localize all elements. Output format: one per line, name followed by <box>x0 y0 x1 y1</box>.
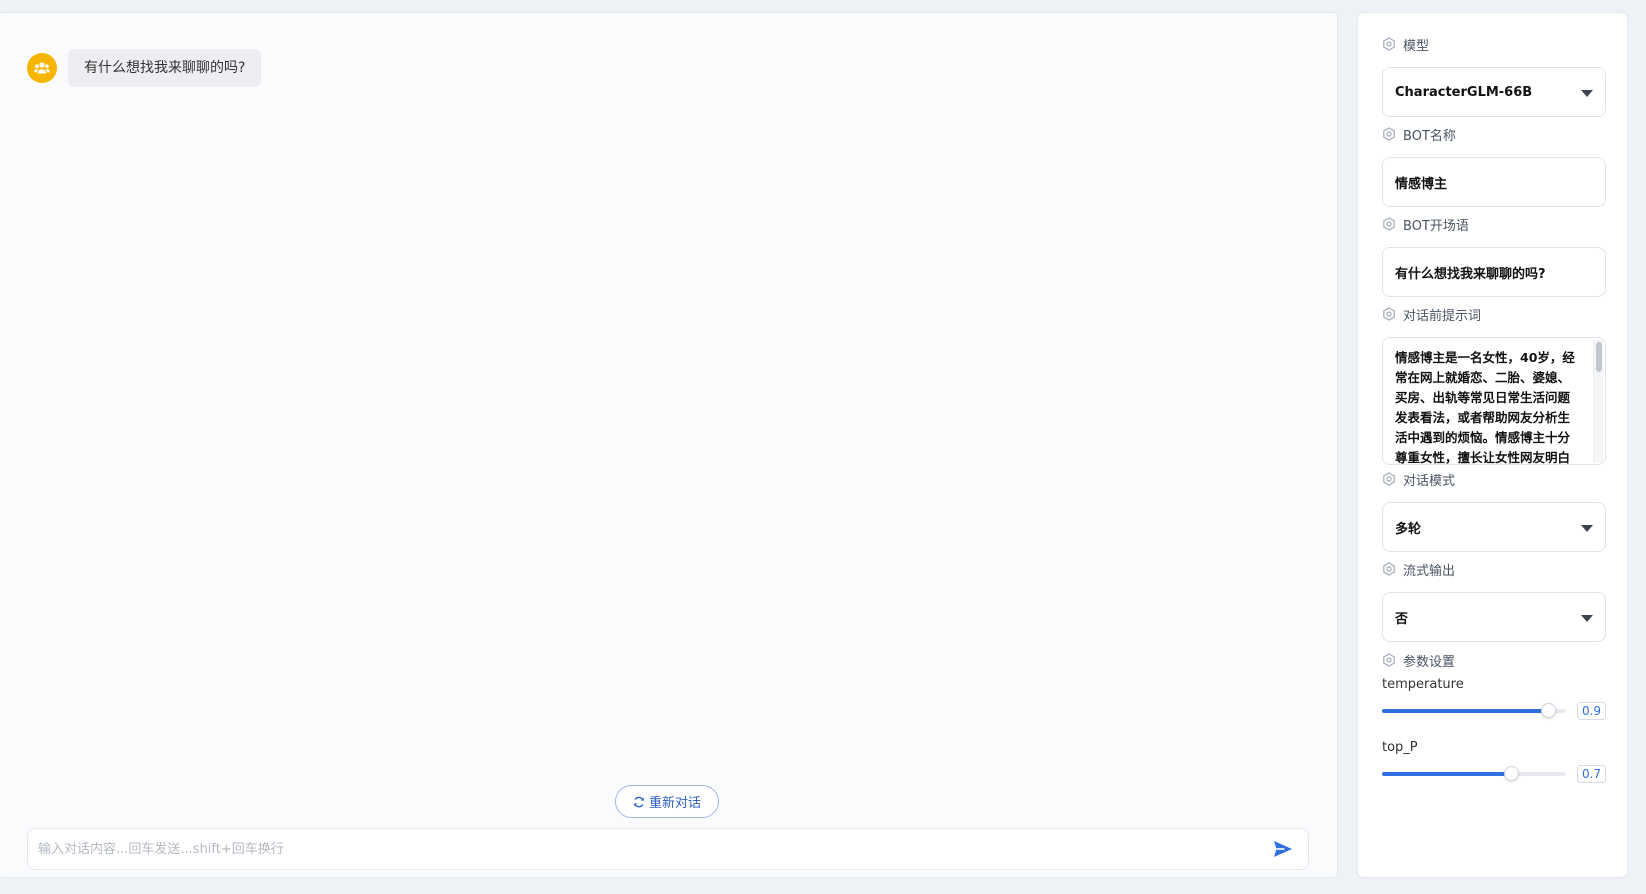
stream-value: 否 <box>1395 611 1409 627</box>
message-input[interactable] <box>38 841 1268 857</box>
gear-icon <box>1382 217 1396 231</box>
temperature-slider-fill <box>1382 709 1548 713</box>
mode-select[interactable]: 多轮 <box>1382 502 1606 552</box>
bot-opening-input[interactable]: 有什么想找我来聊聊的吗? <box>1382 247 1606 297</box>
temperature-slider[interactable] <box>1382 703 1566 718</box>
bot-name-label: BOT名称 <box>1403 128 1456 144</box>
message-row: 有什么想找我来聊聊的吗? <box>27 49 262 87</box>
top-p-slider-thumb[interactable] <box>1503 766 1519 781</box>
top-p-slider-row: 0.7 <box>1382 765 1606 783</box>
bot-message: 有什么想找我来聊聊的吗? <box>68 49 262 87</box>
mode-label: 对话模式 <box>1403 473 1456 489</box>
stream-label: 流式输出 <box>1403 563 1456 579</box>
gear-icon <box>1382 127 1396 141</box>
refresh-icon <box>633 796 645 808</box>
model-label: 模型 <box>1403 38 1430 54</box>
params-field: 参数设置 temperature 0.9 top_P 0.7 <box>1382 651 1606 783</box>
mode-field: 对话模式 多轮 <box>1382 470 1606 552</box>
gear-icon <box>1382 307 1396 321</box>
gear-icon <box>1382 472 1396 486</box>
gear-icon <box>1382 37 1396 51</box>
prompt-scrollbar[interactable] <box>1593 340 1603 462</box>
gear-icon <box>1382 562 1396 576</box>
temperature-label: temperature <box>1382 677 1464 692</box>
stream-select[interactable]: 否 <box>1382 592 1606 642</box>
temperature-slider-row: 0.9 <box>1382 702 1606 720</box>
top-p-slider[interactable] <box>1382 766 1566 781</box>
settings-panel: 模型 CharacterGLM-66B BOT名称 情感博主 BOT开场语 有什… <box>1357 12 1628 878</box>
bot-avatar <box>27 53 57 83</box>
temperature-value[interactable]: 0.9 <box>1577 702 1606 720</box>
bot-name-input[interactable]: 情感博主 <box>1382 157 1606 207</box>
caret-down-icon <box>1581 522 1593 537</box>
caret-down-icon <box>1581 87 1593 102</box>
send-button[interactable] <box>1268 834 1298 864</box>
send-icon <box>1273 840 1293 858</box>
top-p-value[interactable]: 0.7 <box>1577 765 1606 783</box>
prompt-scrollbar-thumb[interactable] <box>1596 342 1602 372</box>
prompt-textarea[interactable]: 情感博主是一名女性，40岁，经常在网上就婚恋、二胎、婆媳、买房、出轨等常见日常生… <box>1382 337 1606 465</box>
users-icon <box>34 61 50 75</box>
reset-conversation-button[interactable]: 重新对话 <box>615 785 719 818</box>
model-select[interactable]: CharacterGLM-66B <box>1382 67 1606 117</box>
bot-name-field: BOT名称 情感博主 <box>1382 125 1606 207</box>
top-p-slider-fill <box>1382 772 1511 776</box>
gear-icon <box>1382 653 1396 667</box>
chat-panel: 有什么想找我来聊聊的吗? 重新对话 <box>0 12 1338 878</box>
prompt-field: 对话前提示词 情感博主是一名女性，40岁，经常在网上就婚恋、二胎、婆媳、买房、出… <box>1382 305 1606 465</box>
mode-value: 多轮 <box>1395 521 1422 537</box>
stream-field: 流式输出 否 <box>1382 560 1606 642</box>
bot-opening-value: 有什么想找我来聊聊的吗? <box>1395 266 1546 282</box>
params-label: 参数设置 <box>1403 654 1456 670</box>
bot-name-value: 情感博主 <box>1395 176 1448 192</box>
prompt-value: 情感博主是一名女性，40岁，经常在网上就婚恋、二胎、婆媳、买房、出轨等常见日常生… <box>1395 350 1575 465</box>
temperature-slider-thumb[interactable] <box>1540 703 1556 718</box>
prompt-label: 对话前提示词 <box>1403 308 1482 324</box>
caret-down-icon <box>1581 612 1593 627</box>
message-input-bar <box>27 828 1309 870</box>
bot-opening-field: BOT开场语 有什么想找我来聊聊的吗? <box>1382 215 1606 297</box>
model-value: CharacterGLM-66B <box>1395 84 1533 100</box>
bot-opening-label: BOT开场语 <box>1403 218 1469 234</box>
model-field: 模型 CharacterGLM-66B <box>1382 35 1606 117</box>
reset-conversation-label: 重新对话 <box>648 796 701 811</box>
top-p-label: top_P <box>1382 740 1418 755</box>
